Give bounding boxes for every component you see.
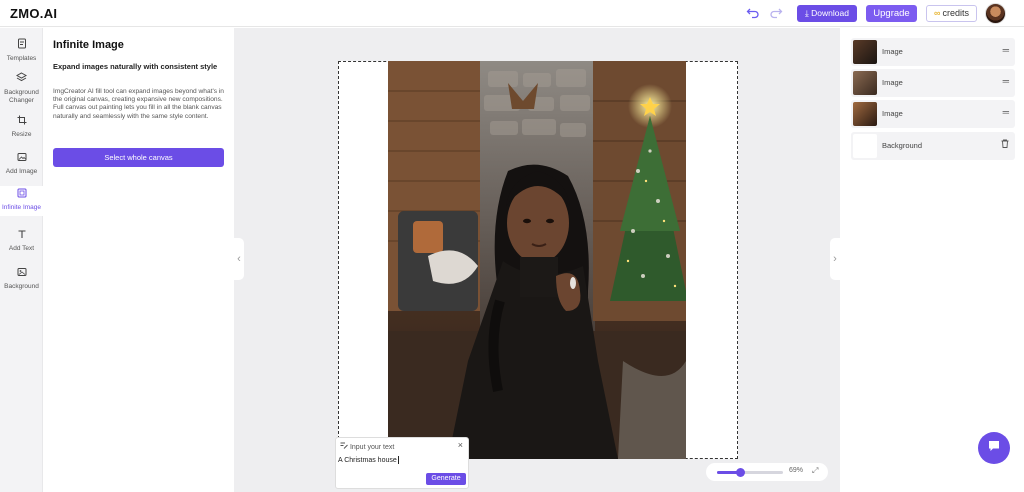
credits-label: credits: [942, 8, 969, 18]
nav-item-label: Templates: [6, 55, 37, 62]
panel-subtitle: Expand images naturally with consistent …: [53, 62, 218, 71]
template-icon: [0, 38, 43, 53]
tool-sidebar: Templates Background Changer Resize Add …: [0, 28, 43, 492]
layers-icon: [0, 72, 43, 87]
nav-item-add-image[interactable]: Add Image: [0, 152, 43, 176]
collapse-right-panel-button[interactable]: ›: [830, 238, 840, 280]
image-icon: [0, 152, 43, 166]
drag-handle-icon[interactable]: ═: [1003, 45, 1009, 55]
nav-item-label: Background Changer: [4, 89, 39, 104]
infinity-icon: ∞: [934, 8, 941, 18]
layer-thumbnail: [853, 71, 877, 95]
collapse-left-panel-button[interactable]: ‹: [234, 238, 244, 280]
layers-panel: Image ═ Image ═ Image ═ Background: [840, 28, 1024, 492]
nav-item-label: Add Text: [8, 245, 35, 252]
zoom-slider-handle[interactable]: [736, 468, 745, 477]
upgrade-button[interactable]: Upgrade: [866, 5, 917, 22]
drag-handle-icon[interactable]: ═: [1003, 76, 1009, 86]
top-bar: ZMO.AI ⤓ Download Upgrade ∞ credits: [0, 0, 1024, 27]
layer-name: Image: [882, 78, 903, 87]
prompt-popover: Input your text × A Christmas house Gene…: [335, 437, 469, 489]
canvas-area[interactable]: ‹ › Input your text × A Christmas house …: [234, 28, 840, 492]
layer-thumbnail: [853, 40, 877, 64]
prompt-input[interactable]: A Christmas house: [338, 456, 399, 464]
avatar[interactable]: [985, 3, 1006, 24]
nav-item-background-changer[interactable]: Background Changer: [0, 72, 43, 105]
download-button[interactable]: ⤓ Download: [797, 5, 857, 22]
nav-item-background[interactable]: Background: [0, 267, 43, 291]
panel-description: ImgCreator AI fill tool can expand image…: [53, 88, 224, 120]
credits-button[interactable]: ∞ credits: [926, 5, 977, 22]
chat-support-button[interactable]: [978, 432, 1010, 464]
layer-thumbnail: [853, 134, 877, 158]
layer-item[interactable]: Image ═: [851, 69, 1015, 97]
edit-text-icon: [340, 442, 350, 451]
photo-illustration: [388, 61, 686, 459]
nav-item-label: Add Image: [5, 168, 38, 175]
zoom-value: 69%: [789, 467, 804, 474]
canvas-photo[interactable]: [388, 61, 686, 459]
layer-thumbnail: [853, 102, 877, 126]
zoom-slider[interactable]: [717, 468, 783, 477]
text-icon: [0, 229, 43, 243]
trash-icon[interactable]: [1001, 139, 1009, 150]
layer-item[interactable]: Background: [851, 132, 1015, 160]
nav-item-templates[interactable]: Templates: [0, 38, 43, 63]
select-whole-canvas-button[interactable]: Select whole canvas: [53, 148, 224, 167]
infinite-image-icon: [0, 188, 43, 202]
app-logo[interactable]: ZMO.AI: [10, 6, 57, 21]
crop-icon: [0, 115, 43, 129]
nav-item-infinite-image[interactable]: Infinite Image: [0, 186, 43, 216]
layer-name: Background: [882, 141, 923, 150]
close-icon[interactable]: ×: [458, 440, 463, 450]
nav-item-label: Resize: [11, 131, 32, 138]
redo-icon[interactable]: [768, 5, 784, 21]
zoom-control: 69% ⤢: [706, 463, 828, 481]
layer-name: Image: [882, 47, 903, 56]
infinite-image-panel: Infinite Image Expand images naturally w…: [43, 28, 234, 492]
layer-name: Image: [882, 109, 903, 118]
generate-button[interactable]: Generate: [426, 473, 466, 485]
nav-item-resize[interactable]: Resize: [0, 115, 43, 139]
panel-title: Infinite Image: [53, 39, 124, 51]
background-icon: [0, 267, 43, 281]
undo-icon[interactable]: [745, 5, 761, 21]
nav-item-label: Infinite Image: [1, 204, 42, 211]
chat-bubble-icon: [987, 440, 1001, 456]
prompt-header: Input your text: [340, 441, 394, 451]
drag-handle-icon[interactable]: ═: [1003, 107, 1009, 117]
layer-item[interactable]: Image ═: [851, 38, 1015, 66]
fit-screen-icon[interactable]: ⤢: [812, 466, 818, 476]
prompt-placeholder: Input your text: [349, 444, 395, 451]
layer-item[interactable]: Image ═: [851, 100, 1015, 128]
nav-item-add-text[interactable]: Add Text: [0, 229, 43, 253]
nav-item-label: Background: [4, 283, 39, 290]
